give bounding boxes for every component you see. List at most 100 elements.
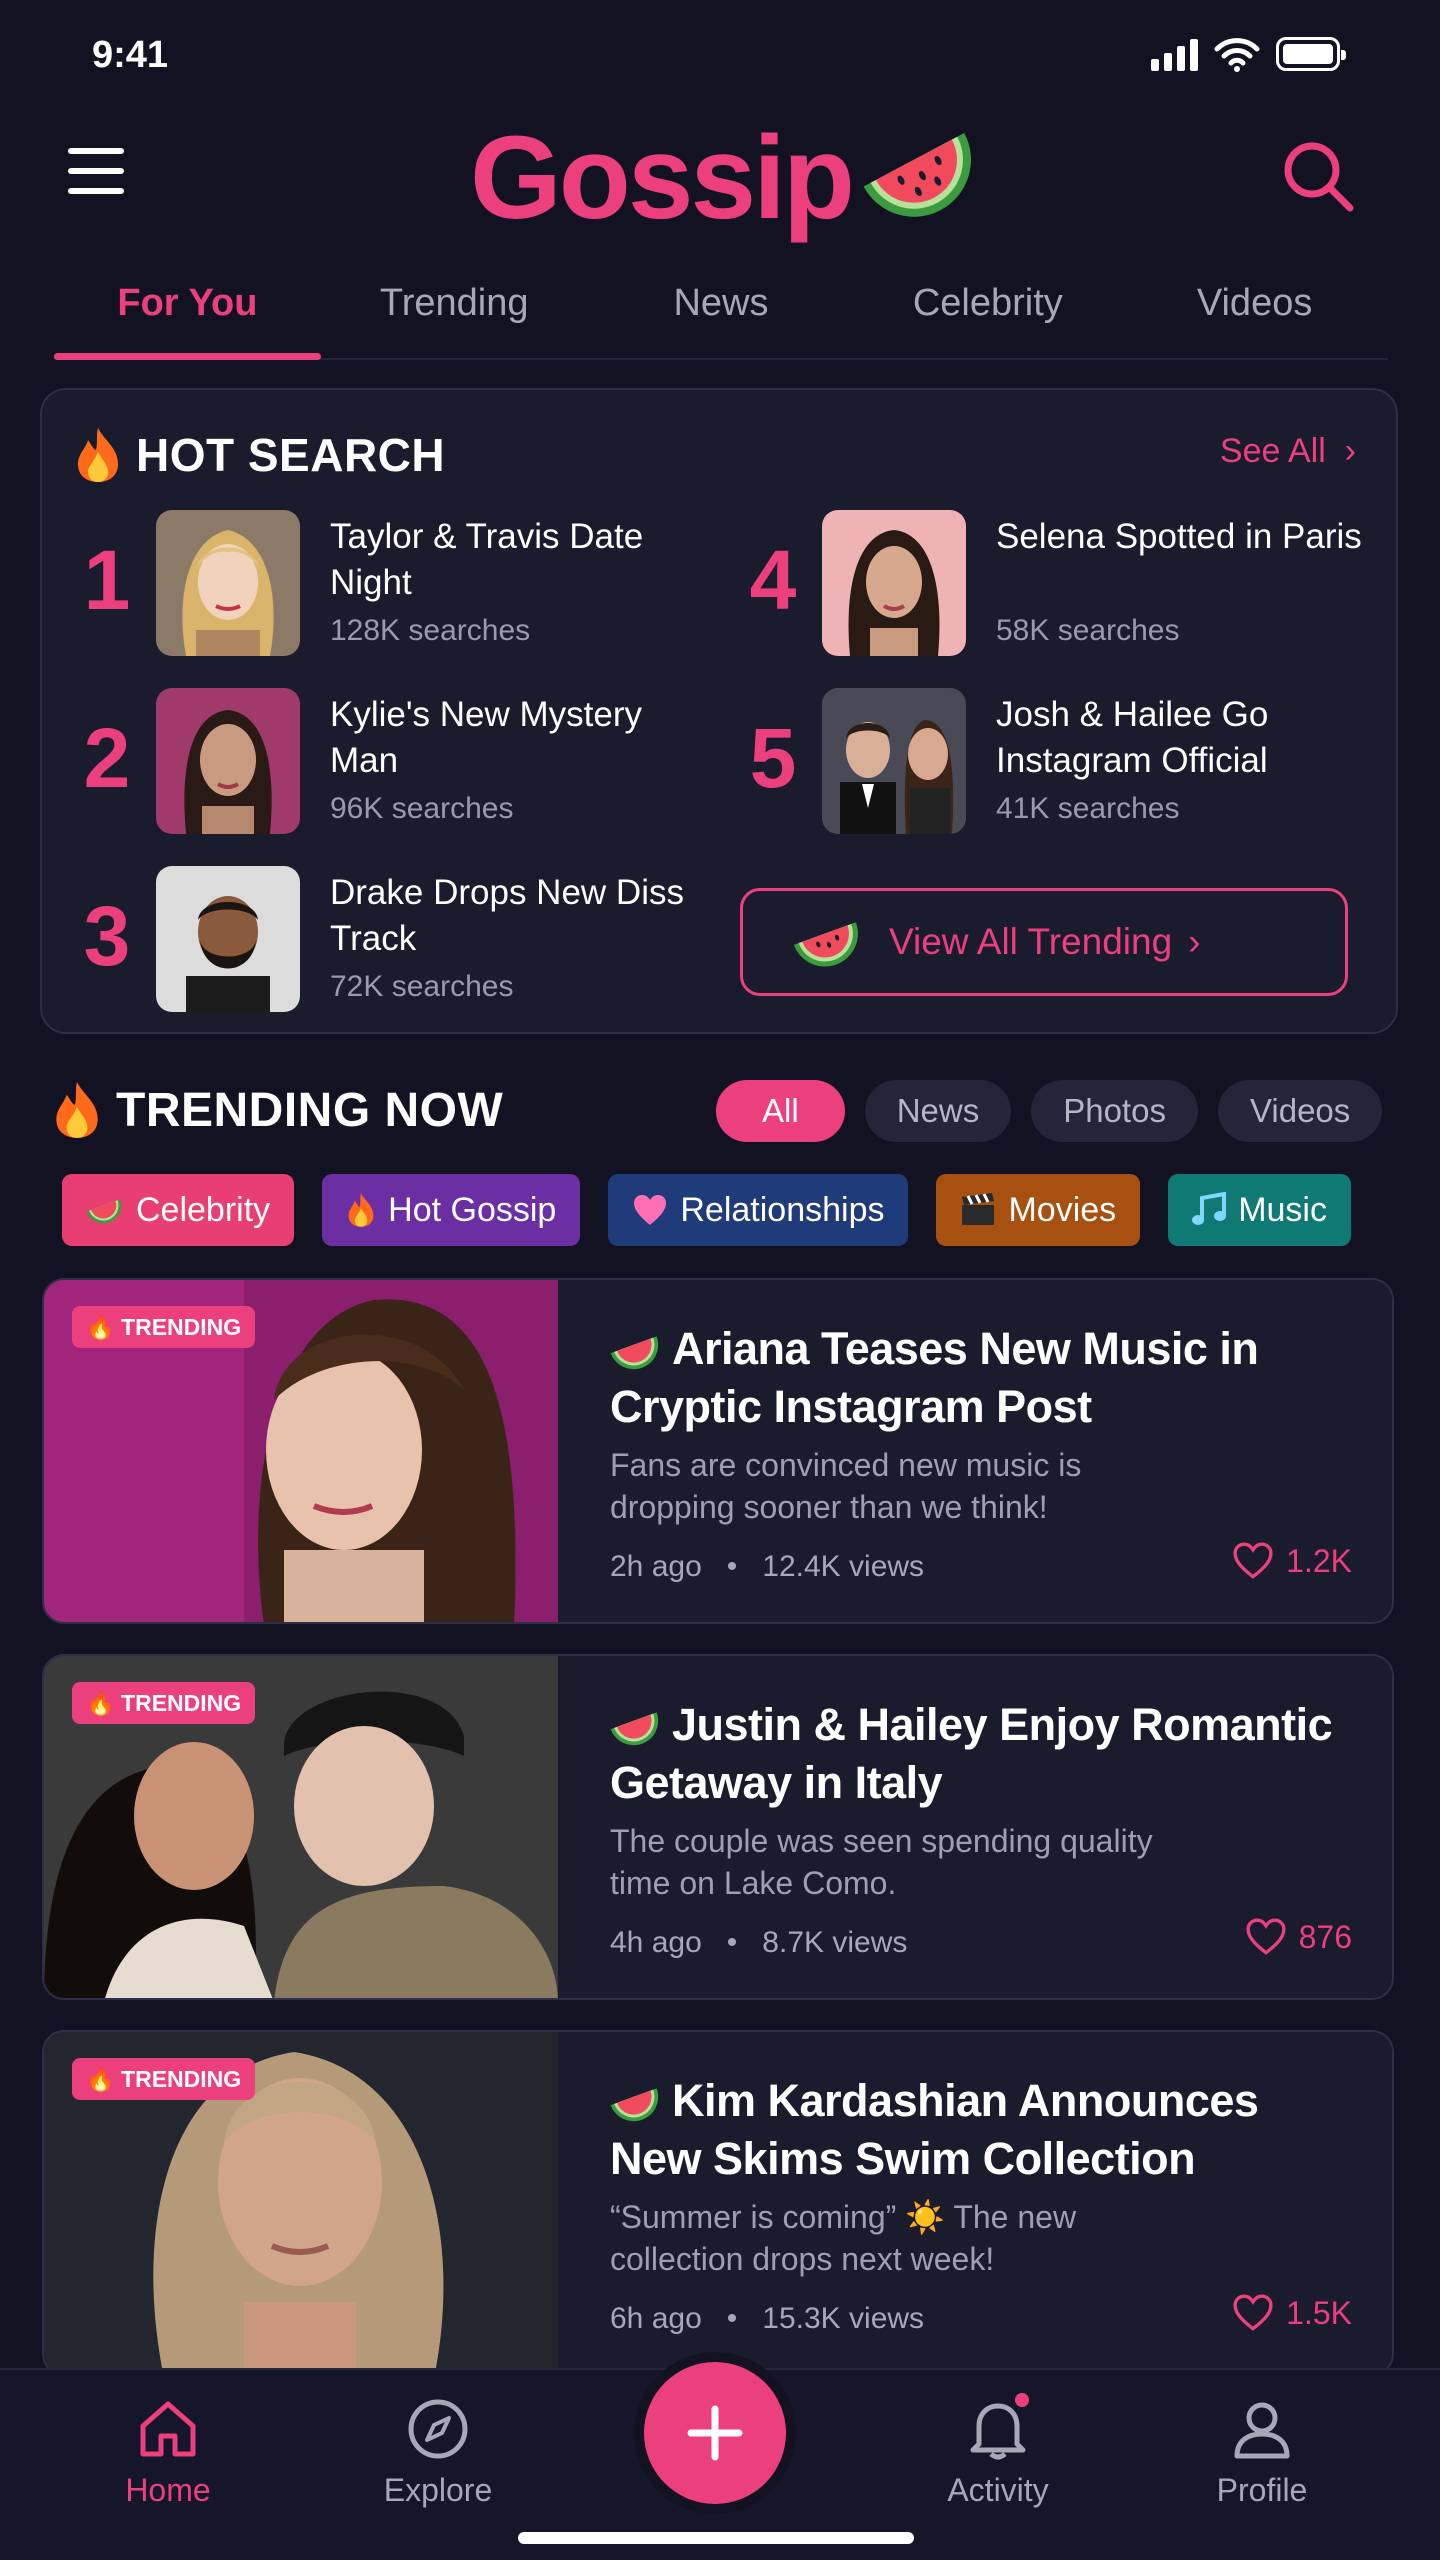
tab-for-you[interactable]: For You <box>54 270 321 360</box>
hot-search-title-text: Kylie's New Mystery Man <box>330 695 643 780</box>
wifi-icon <box>1214 38 1260 72</box>
chip-celebrity[interactable]: Celebrity <box>62 1174 295 1246</box>
article-meta: 6h ago • 15.3K views <box>610 2302 925 2335</box>
menu-button[interactable] <box>68 148 124 194</box>
heart-icon <box>1246 1918 1286 1955</box>
rank-number: 2 <box>83 711 131 805</box>
nav-label: Home <box>125 2472 211 2508</box>
article-card[interactable]: 🔥 TRENDING Ariana Teases New Music in Cr… <box>42 1278 1394 1624</box>
article-title: Kim Kardashian Announces New Skims Swim … <box>610 2075 1259 2184</box>
chip-relationships[interactable]: Relationships <box>608 1174 909 1246</box>
heart-icon <box>1233 1542 1273 1579</box>
watermelon-icon <box>793 922 858 967</box>
see-all-link[interactable]: See All › <box>1220 432 1356 471</box>
cellular-signal-icon <box>1151 37 1198 71</box>
article-card[interactable]: 🔥 TRENDING Justin & Hailey Enjoy Romanti… <box>42 1654 1394 2000</box>
hot-search-item[interactable]: 5 Josh & Hailee Go Instagram Official 41… <box>738 688 1358 838</box>
article-meta: 4h ago • 8.7K views <box>610 1926 908 1959</box>
filter-news[interactable]: News <box>864 1080 1012 1142</box>
music-note-icon <box>1192 1192 1227 1225</box>
like-count: 876 <box>1298 1918 1352 1955</box>
content-filter-pills: All News Photos Videos <box>716 1080 1383 1142</box>
chip-music[interactable]: Music <box>1168 1174 1351 1246</box>
article-description: The couple was seen spending quality tim… <box>610 1823 1153 1901</box>
filter-videos[interactable]: Videos <box>1217 1080 1383 1142</box>
filter-photos[interactable]: Photos <box>1031 1080 1198 1142</box>
like-button[interactable]: 1.2K <box>1232 1542 1352 1580</box>
article-card[interactable]: 🔥 TRENDING Kim Kardashian Announces New … <box>42 2030 1394 2376</box>
article-views: 8.7K views <box>762 1926 908 1959</box>
menu-line <box>68 188 124 194</box>
rank-number: 4 <box>749 533 797 627</box>
brand-name: Gossip <box>470 112 855 244</box>
view-all-trending-button[interactable]: View All Trending › <box>740 888 1348 996</box>
hot-search-title-text: Selena Spotted in Paris <box>996 517 1362 556</box>
like-button[interactable]: 876 <box>1245 1918 1352 1956</box>
rank-number: 3 <box>83 889 131 983</box>
heart-icon <box>634 1195 667 1225</box>
article-time: 2h ago <box>610 1550 702 1583</box>
hot-search-item[interactable]: 1 Taylor & Travis Date Night 128K search… <box>72 510 692 660</box>
filter-all[interactable]: All <box>716 1080 845 1142</box>
celebrity-photo <box>822 688 966 834</box>
create-post-button[interactable] <box>644 2362 786 2504</box>
home-icon <box>140 2401 196 2457</box>
article-time: 6h ago <box>610 2302 702 2335</box>
hot-search-item[interactable]: 3 Drake Drops New Diss Track 72K searche… <box>72 866 692 1016</box>
hot-search-title-text: Taylor & Travis Date Night <box>330 517 644 602</box>
search-button[interactable] <box>1276 134 1360 218</box>
celebrity-photo <box>156 866 300 1012</box>
badge-label: TRENDING <box>121 1314 242 1340</box>
user-icon <box>1234 2402 1290 2459</box>
fire-icon <box>348 1193 374 1227</box>
article-views: 15.3K views <box>762 2302 925 2335</box>
topic-chips: Celebrity Hot Gossip Relationships Movie… <box>62 1174 1351 1246</box>
chip-hot-gossip[interactable]: Hot Gossip <box>322 1174 581 1246</box>
like-count: 1.5K <box>1286 2294 1352 2331</box>
chip-movies[interactable]: Movies <box>936 1174 1141 1246</box>
like-button[interactable]: 1.5K <box>1232 2294 1352 2332</box>
article-time: 4h ago <box>610 1926 702 1959</box>
hot-search-item[interactable]: 4 Selena Spotted in Paris 58K searches <box>738 510 1362 660</box>
notification-dot <box>1012 2390 1032 2410</box>
clapperboard-icon <box>962 1193 995 1225</box>
view-all-label: View All Trending <box>889 921 1173 962</box>
menu-line <box>68 148 124 154</box>
hot-search-item[interactable]: 2 Kylie's New Mystery Man 96K searches <box>72 688 692 838</box>
article-description: “Summer is coming” ☀️ The new collection… <box>610 2199 1077 2277</box>
status-bar: 9:41 <box>0 0 1440 110</box>
celebrity-photo <box>156 688 300 834</box>
hot-search-title: HOT SEARCH <box>136 429 446 481</box>
chip-label: Music <box>1238 1190 1327 1229</box>
hot-search-card: HOT SEARCH See All › 1 Taylor & Travis D… <box>40 388 1398 1034</box>
compass-icon <box>408 2399 468 2459</box>
celebrity-photo <box>156 510 300 656</box>
badge-label: TRENDING <box>121 2066 242 2092</box>
search-count: 58K searches <box>996 614 1180 647</box>
article-title: Ariana Teases New Music in Cryptic Insta… <box>610 1323 1259 1432</box>
nav-profile[interactable]: Profile <box>1182 2396 1342 2509</box>
hot-search-title-text: Josh & Hailee Go Instagram Official <box>996 695 1269 780</box>
trending-badge: 🔥 TRENDING <box>72 1682 256 1724</box>
brand-logo: Gossip <box>470 110 984 246</box>
battery-icon <box>1276 37 1346 71</box>
search-icon <box>1284 142 1354 212</box>
tab-news[interactable]: News <box>588 270 855 358</box>
nav-home[interactable]: Home <box>88 2396 248 2509</box>
rank-number: 5 <box>749 711 797 805</box>
search-count: 41K searches <box>996 792 1180 825</box>
article-meta: 2h ago • 12.4K views <box>610 1550 925 1583</box>
search-count: 96K searches <box>330 792 514 825</box>
nav-explore[interactable]: Explore <box>358 2396 518 2509</box>
hot-search-title-text: Drake Drops New Diss Track <box>330 873 684 958</box>
see-all-label: See All <box>1219 432 1326 470</box>
tab-celebrity[interactable]: Celebrity <box>854 270 1121 358</box>
fire-icon <box>78 428 118 482</box>
tab-trending[interactable]: Trending <box>321 270 588 358</box>
chevron-right-icon: › <box>1335 432 1356 470</box>
app-header: Gossip <box>0 110 1440 260</box>
celebrity-photo <box>822 510 966 656</box>
nav-label: Explore <box>383 2472 493 2508</box>
nav-activity[interactable]: Activity <box>918 2396 1078 2509</box>
tab-videos[interactable]: Videos <box>1121 270 1388 358</box>
